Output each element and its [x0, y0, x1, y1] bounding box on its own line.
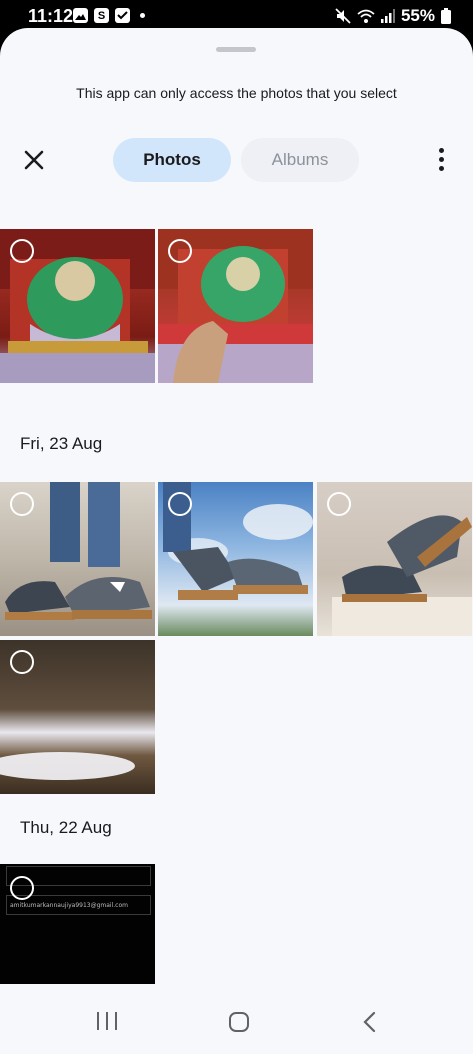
check-icon	[115, 8, 130, 23]
tab-photos[interactable]: Photos	[113, 138, 231, 182]
tab-albums[interactable]: Albums	[241, 138, 359, 182]
back-icon[interactable]	[362, 1011, 378, 1033]
statue-photo-2[interactable]	[158, 229, 313, 383]
select-circle[interactable]	[10, 876, 34, 900]
access-notice: This app can only access the photos that…	[76, 85, 397, 101]
close-icon[interactable]	[20, 146, 48, 174]
sneaker-photo-2[interactable]	[158, 482, 313, 636]
signal-icon	[380, 9, 395, 23]
wifi-icon	[357, 9, 375, 23]
battery-icon	[441, 8, 451, 24]
sneaker-photo-1[interactable]	[0, 482, 155, 636]
photo-grid: Fri, 23 Aug Thu, 22 Aug amitkumarkannauj…	[0, 184, 473, 984]
tab-photos-label: Photos	[143, 150, 201, 169]
select-circle[interactable]	[10, 239, 34, 263]
drag-handle[interactable]	[216, 47, 256, 52]
clipped-date-label	[20, 206, 130, 210]
battery-text: 55%	[400, 6, 435, 25]
select-circle[interactable]	[327, 492, 351, 516]
more-options-icon[interactable]	[433, 148, 449, 174]
tab-albums-label: Albums	[271, 150, 329, 169]
mute-icon	[335, 8, 351, 24]
date-label-fri: Fri, 23 Aug	[20, 434, 103, 453]
screenshot-email-text: amitkumarkannaujiya9913@gmail.com	[10, 902, 128, 909]
select-circle[interactable]	[168, 239, 192, 263]
select-circle[interactable]	[10, 650, 34, 674]
gallery-icon	[73, 8, 88, 23]
system-nav-bar	[0, 991, 473, 1054]
status-time: 11:12	[28, 6, 74, 26]
home-icon[interactable]	[228, 1011, 250, 1033]
photo-picker-sheet: This app can only access the photos that…	[0, 28, 473, 1054]
recents-icon[interactable]	[96, 1011, 118, 1031]
statue-photo-1[interactable]	[0, 229, 155, 383]
select-circle[interactable]	[10, 492, 34, 516]
sneaker-photo-3[interactable]	[317, 482, 472, 636]
date-label-thu: Thu, 22 Aug	[20, 818, 112, 837]
s-app-icon: S	[94, 8, 109, 23]
select-circle[interactable]	[168, 492, 192, 516]
notification-dot	[140, 13, 145, 18]
dark-photo[interactable]	[0, 640, 155, 794]
screenshot-photo[interactable]: amitkumarkannaujiya9913@gmail.com	[0, 864, 155, 984]
